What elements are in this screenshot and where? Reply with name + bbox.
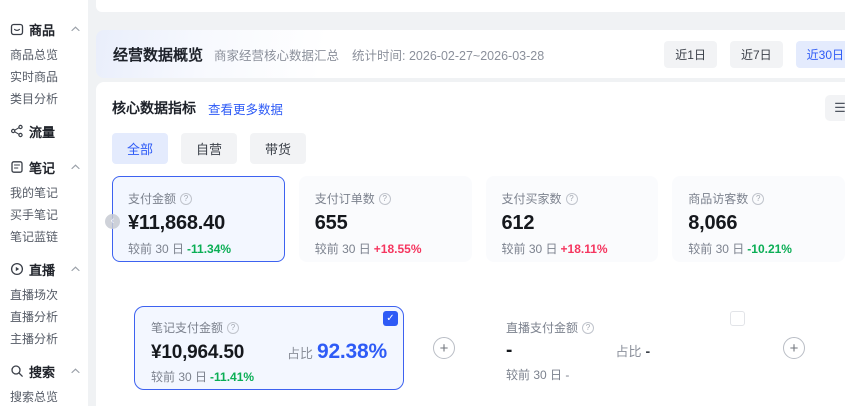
sidebar-group-goods: 商品 商品总览 实时商品 类目分析 [0, 14, 88, 110]
metric-label: 支付金额 [128, 190, 176, 207]
section-title: 核心数据指标 [112, 98, 196, 118]
note-icon [10, 160, 24, 174]
sidebar-group-label: 直播 [29, 260, 55, 279]
breakdown-card-note-payment[interactable]: ✓ 笔记支付金额? ¥10,964.50 占比 92.38% 较前 30 日-1… [134, 306, 404, 390]
breakdown-row: ✓ 笔记支付金额? ¥10,964.50 占比 92.38% 较前 30 日-1… [112, 306, 845, 390]
more-data-link[interactable]: 查看更多数据 [208, 99, 283, 118]
chevron-up-icon[interactable] [71, 26, 80, 32]
page-title: 经营数据概览 [113, 44, 203, 65]
metric-settings-icon[interactable]: ☰ [825, 95, 845, 121]
help-icon[interactable]: ? [752, 193, 764, 205]
sidebar-item-realtime-goods[interactable]: 实时商品 [0, 66, 88, 88]
sidebar-group-search: 搜索 搜索总览 引流搜索词 [0, 356, 88, 406]
chevron-up-icon[interactable] [71, 266, 80, 272]
sidebar-item-note-links[interactable]: 笔记蓝链 [0, 226, 88, 248]
help-icon[interactable]: ? [582, 322, 594, 334]
sidebar-item-search[interactable]: 搜索 [0, 356, 88, 386]
sidebar-group-label: 搜索 [29, 362, 55, 381]
sidebar-item-goods-overview[interactable]: 商品总览 [0, 44, 88, 66]
range-1d-button[interactable]: 近1日 [664, 41, 717, 68]
core-metrics-card: 核心数据指标 查看更多数据 ☰ 全部 自营 带货 ‹ 支付金额? ¥11,868… [96, 82, 845, 406]
chevron-up-icon[interactable] [71, 164, 80, 170]
metric-cards-row: ‹ 支付金额? ¥11,868.40 较前 30 日-11.34% 支付订单数?… [112, 176, 845, 262]
breakdown-label: 笔记支付金额 [151, 319, 223, 336]
metric-card-order-count[interactable]: 支付订单数? 655 较前 30 日+18.55% [299, 176, 472, 262]
search-icon [10, 364, 24, 378]
metric-card-product-visitors[interactable]: 商品访客数? 8,066 较前 30 日-10.21% [672, 176, 845, 262]
carousel-prev-icon[interactable]: ‹ [105, 214, 120, 229]
metric-delta: 较前 30 日+18.55% [315, 240, 456, 257]
scrolled-card-edge [96, 0, 845, 12]
stat-time: 统计时间: 2026-02-27~2026-03-28 [352, 45, 544, 64]
range-7d-button[interactable]: 近7日 [730, 41, 783, 68]
breakdown-value: - [506, 340, 512, 362]
breakdown-delta: 较前 30 日 - [506, 366, 734, 383]
sidebar-item-notes[interactable]: 笔记 [0, 152, 88, 182]
sidebar-item-my-notes[interactable]: 我的笔记 [0, 182, 88, 204]
sidebar-item-goods[interactable]: 商品 [0, 14, 88, 44]
sidebar-item-category-analysis[interactable]: 类目分析 [0, 88, 88, 110]
sidebar-group-label: 流量 [29, 122, 55, 141]
sidebar-item-live[interactable]: 直播 [0, 254, 88, 284]
sidebar-group-traffic: 流量 [0, 116, 88, 146]
sidebar-item-buyer-notes[interactable]: 买手笔记 [0, 204, 88, 226]
metric-delta: 较前 30 日-10.21% [688, 240, 829, 257]
metric-value: 612 [502, 212, 643, 235]
goods-icon [10, 22, 24, 36]
live-icon [10, 262, 24, 276]
metric-value: ¥11,868.40 [128, 212, 269, 235]
add-metric-icon[interactable]: + [433, 337, 455, 359]
metric-label: 商品访客数 [688, 190, 748, 207]
metric-card-payment-amount[interactable]: 支付金额? ¥11,868.40 较前 30 日-11.34% [112, 176, 285, 262]
checkbox-checked-icon[interactable]: ✓ [383, 311, 398, 326]
add-metric-icon[interactable]: + [783, 337, 805, 359]
metric-value: 655 [315, 212, 456, 235]
chevron-up-icon[interactable] [71, 368, 80, 374]
help-icon[interactable]: ? [566, 193, 578, 205]
breakdown-value: ¥10,964.50 [151, 342, 244, 364]
sidebar-group-label: 商品 [29, 20, 55, 39]
sidebar: 商品 商品总览 实时商品 类目分析 流量 笔记 我的笔记 买手笔记 [0, 0, 88, 406]
sidebar-group-live: 直播 直播场次 直播分析 主播分析 [0, 254, 88, 350]
help-icon[interactable]: ? [379, 193, 391, 205]
share-value: 92.38% [317, 340, 387, 364]
sidebar-item-host-analysis[interactable]: 主播分析 [0, 328, 88, 350]
metric-delta: 较前 30 日-11.34% [128, 240, 269, 257]
breakdown-delta: 较前 30 日-11.41% [151, 368, 387, 385]
range-30d-button[interactable]: 近30日 [796, 41, 845, 68]
help-icon[interactable]: ? [180, 193, 192, 205]
metric-value: 8,066 [688, 212, 829, 235]
tab-affiliate[interactable]: 带货 [250, 133, 306, 164]
overview-header-card: 经营数据概览 商家经营核心数据汇总 统计时间: 2026-02-27~2026-… [96, 30, 845, 78]
breakdown-card-live-payment[interactable]: 直播支付金额? - 占比 - 较前 30 日 - [489, 306, 751, 390]
breakdown-label: 直播支付金额 [506, 319, 578, 336]
traffic-icon [10, 124, 24, 138]
page-subtitle: 商家经营核心数据汇总 [214, 45, 339, 64]
date-range-group: 近1日 近7日 近30日 [664, 41, 845, 68]
share-value: - [646, 343, 650, 359]
tab-self-operated[interactable]: 自营 [181, 133, 237, 164]
metric-label: 支付订单数 [315, 190, 375, 207]
sidebar-item-live-sessions[interactable]: 直播场次 [0, 284, 88, 306]
share-label: 占比 [287, 343, 313, 362]
tab-all[interactable]: 全部 [112, 133, 168, 164]
sidebar-group-notes: 笔记 我的笔记 买手笔记 笔记蓝链 [0, 152, 88, 248]
scope-tabs: 全部 自营 带货 [112, 133, 845, 164]
share-label: 占比 [616, 341, 642, 360]
metric-label: 支付买家数 [502, 190, 562, 207]
metric-delta: 较前 30 日+18.11% [502, 240, 643, 257]
checkbox-unchecked-icon[interactable] [730, 311, 745, 326]
sidebar-item-traffic[interactable]: 流量 [0, 116, 88, 146]
help-icon[interactable]: ? [227, 322, 239, 334]
metric-card-buyer-count[interactable]: 支付买家数? 612 较前 30 日+18.11% [486, 176, 659, 262]
sidebar-item-search-overview[interactable]: 搜索总览 [0, 386, 88, 406]
sidebar-group-label: 笔记 [29, 158, 55, 177]
sidebar-item-live-analysis[interactable]: 直播分析 [0, 306, 88, 328]
